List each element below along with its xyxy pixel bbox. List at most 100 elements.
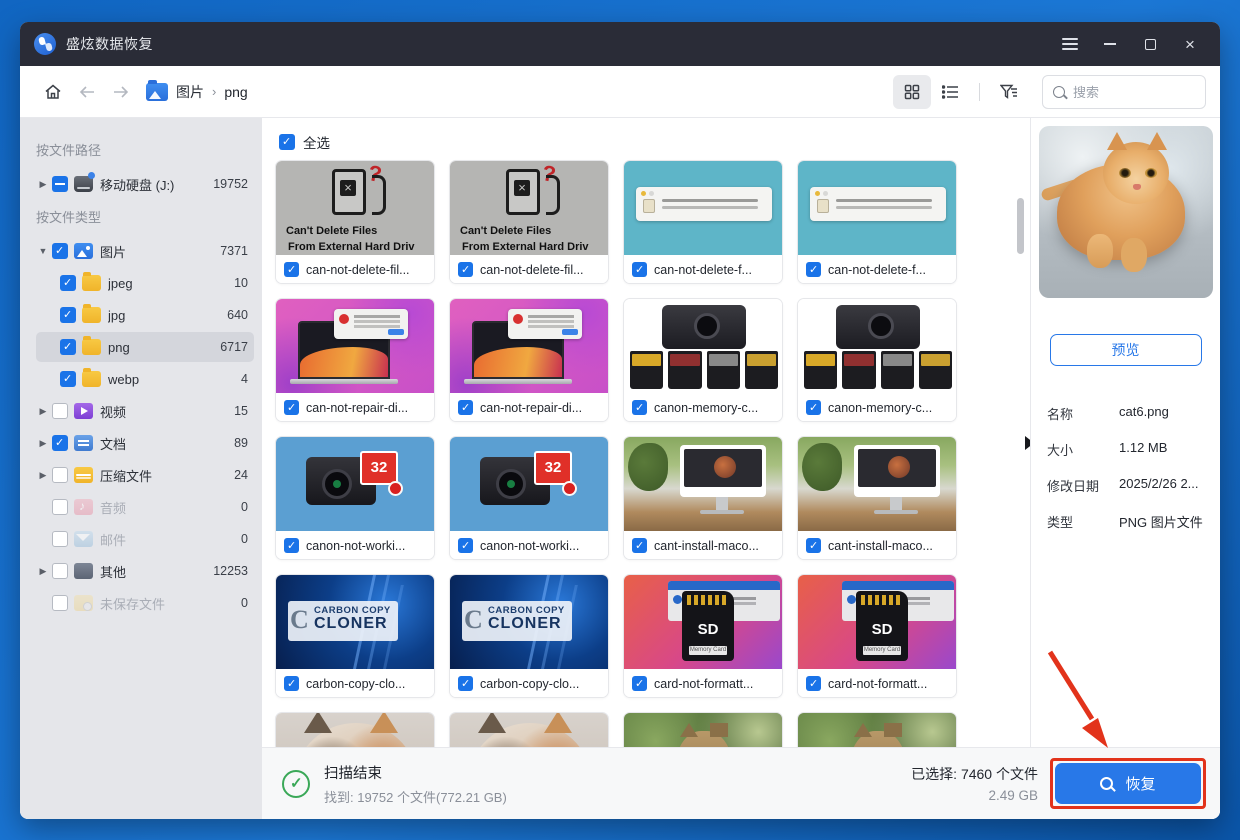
sidebar-item-others[interactable]: ▶ 其他 12253 — [36, 556, 254, 586]
maximize-button[interactable] — [1130, 28, 1170, 60]
recover-button[interactable]: 恢复 — [1055, 763, 1201, 804]
file-thumbnail — [450, 713, 608, 747]
file-card[interactable]: canon-memory-c... — [623, 298, 783, 422]
file-card[interactable]: canon-memory-c... — [797, 298, 957, 422]
checkbox-mail[interactable] — [52, 531, 68, 547]
scrollbar-thumb[interactable] — [1017, 198, 1024, 254]
sidebar-item-images[interactable]: ▼ 图片 7371 — [36, 236, 254, 266]
sidebar-item-png[interactable]: png 6717 — [36, 332, 254, 362]
expand-icon[interactable]: ▶ — [36, 406, 50, 417]
list-view-icon — [942, 85, 959, 99]
file-checkbox[interactable] — [284, 538, 299, 553]
sidebar-item-audio[interactable]: ▶ 音频 0 — [36, 492, 254, 522]
file-card[interactable]: ?Can't Delete FilesFrom External Hard Dr… — [449, 160, 609, 284]
file-card[interactable] — [275, 712, 435, 747]
breadcrumb-parent[interactable]: 图片 — [176, 82, 204, 102]
file-checkbox[interactable] — [632, 400, 647, 415]
collapse-icon[interactable]: ▼ — [36, 246, 50, 256]
folder-icon — [82, 371, 101, 387]
minimize-button[interactable] — [1090, 28, 1130, 60]
checkbox-others[interactable] — [52, 563, 68, 579]
home-button[interactable] — [38, 77, 68, 107]
search-input[interactable]: 搜索 — [1042, 75, 1206, 109]
item-count: 4 — [241, 372, 248, 386]
file-card[interactable] — [449, 712, 609, 747]
detail-value-type: PNG 图片文件 — [1119, 512, 1203, 531]
file-checkbox[interactable] — [632, 262, 647, 277]
file-card[interactable]: CCARBON COPYCLONER carbon-copy-clo... — [275, 574, 435, 698]
file-card[interactable]: can-not-delete-f... — [797, 160, 957, 284]
checkbox-documents[interactable] — [52, 435, 68, 451]
checkbox-archives[interactable] — [52, 467, 68, 483]
file-checkbox[interactable] — [284, 676, 299, 691]
panel-collapse-arrow-icon[interactable] — [1025, 436, 1030, 450]
checkbox-webp[interactable] — [60, 371, 76, 387]
back-button[interactable] — [72, 77, 102, 107]
file-card[interactable] — [797, 712, 957, 747]
file-checkbox[interactable] — [284, 262, 299, 277]
app-logo-icon — [34, 33, 56, 55]
file-card[interactable]: can-not-repair-di... — [449, 298, 609, 422]
sidebar-item-archives[interactable]: ▶ 压缩文件 24 — [36, 460, 254, 490]
sidebar-item-mail[interactable]: ▶ 邮件 0 — [36, 524, 254, 554]
file-checkbox[interactable] — [806, 262, 821, 277]
folder-icon — [82, 339, 101, 355]
file-checkbox[interactable] — [284, 400, 299, 415]
file-checkbox[interactable] — [806, 538, 821, 553]
expand-icon[interactable]: ▶ — [36, 470, 50, 481]
expand-icon[interactable]: ▶ — [36, 566, 50, 577]
file-checkbox[interactable] — [458, 676, 473, 691]
sidebar-item-removable-disk[interactable]: ▶ 移动硬盘 (J:) 19752 — [36, 169, 254, 199]
close-button[interactable]: × — [1170, 28, 1210, 60]
file-card[interactable]: ?Can't Delete FilesFrom External Hard Dr… — [275, 160, 435, 284]
sidebar-item-videos[interactable]: ▶ 视频 15 — [36, 396, 254, 426]
list-view-button[interactable] — [931, 75, 969, 109]
file-card[interactable]: SDMemory Card card-not-formatt... — [623, 574, 783, 698]
sidebar-item-jpeg[interactable]: jpeg 10 — [36, 268, 254, 298]
title-bar: 盛炫数据恢复 × — [20, 22, 1220, 66]
file-card[interactable]: SDMemory Card card-not-formatt... — [797, 574, 957, 698]
sidebar-item-jpg[interactable]: jpg 640 — [36, 300, 254, 330]
file-card[interactable]: CCARBON COPYCLONER carbon-copy-clo... — [449, 574, 609, 698]
file-thumbnail — [450, 299, 608, 393]
expand-icon[interactable]: ▶ — [36, 438, 50, 449]
forward-button[interactable] — [106, 77, 136, 107]
file-card[interactable]: can-not-delete-f... — [623, 160, 783, 284]
select-all-checkbox[interactable] — [279, 134, 295, 150]
checkbox-videos[interactable] — [52, 403, 68, 419]
checkbox-images[interactable] — [52, 243, 68, 259]
file-checkbox[interactable] — [458, 262, 473, 277]
file-thumbnail — [798, 713, 956, 747]
expand-icon[interactable]: ▶ — [36, 179, 50, 190]
file-checkbox[interactable] — [458, 538, 473, 553]
checkbox-unsaved[interactable] — [52, 595, 68, 611]
file-card[interactable] — [623, 712, 783, 747]
file-card[interactable]: 32 canon-not-worki... — [275, 436, 435, 560]
detail-label: 修改日期 — [1047, 476, 1119, 495]
file-checkbox[interactable] — [806, 676, 821, 691]
file-card[interactable]: cant-install-maco... — [623, 436, 783, 560]
file-checkbox[interactable] — [806, 400, 821, 415]
checkbox-png[interactable] — [60, 339, 76, 355]
checkbox-jpg[interactable] — [60, 307, 76, 323]
other-type-icon — [74, 563, 93, 579]
file-card[interactable]: can-not-repair-di... — [275, 298, 435, 422]
breadcrumb-current[interactable]: png — [224, 84, 247, 100]
checkbox-jpeg[interactable] — [60, 275, 76, 291]
preview-button[interactable]: 预览 — [1050, 334, 1202, 366]
sidebar-item-webp[interactable]: webp 4 — [36, 364, 254, 394]
sidebar-item-documents[interactable]: ▶ 文档 89 — [36, 428, 254, 458]
file-card[interactable]: 32 canon-not-worki... — [449, 436, 609, 560]
file-checkbox[interactable] — [632, 538, 647, 553]
file-card[interactable]: cant-install-maco... — [797, 436, 957, 560]
preview-image[interactable] — [1039, 126, 1213, 298]
grid-view-button[interactable] — [893, 75, 931, 109]
file-checkbox[interactable] — [632, 676, 647, 691]
filter-button[interactable] — [990, 75, 1028, 109]
sidebar-item-unsaved[interactable]: ▶ 未保存文件 0 — [36, 588, 254, 618]
file-checkbox[interactable] — [458, 400, 473, 415]
checkbox-audio[interactable] — [52, 499, 68, 515]
file-thumbnail — [798, 161, 956, 255]
menu-button[interactable] — [1050, 28, 1090, 60]
checkbox-removable-disk[interactable] — [52, 176, 68, 192]
